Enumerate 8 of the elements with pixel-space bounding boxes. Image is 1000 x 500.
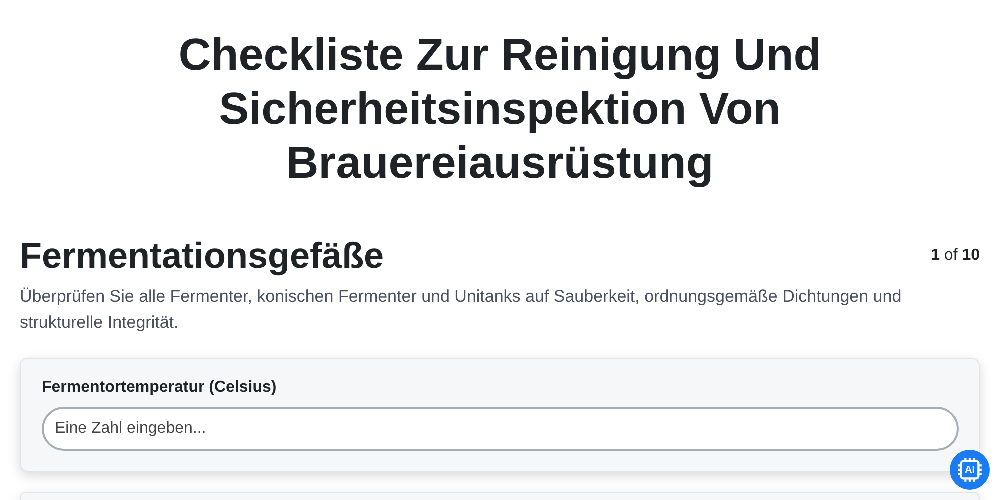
chip-icon (957, 457, 983, 483)
field-label: Fermentortemperatur (Celsius) (42, 379, 278, 397)
page-title: Checkliste Zur Reinigung Und Sicherheitsinspektion Von Brauereiausrüstung (178, 28, 822, 190)
ai-button[interactable]: AI (950, 450, 990, 490)
step-counter: 1 of 10 (931, 247, 980, 265)
section-description: Überprüfen Sie alle Fermenter, konischen Fermenter und Unitanks auf Sauberkeit, ordnungsgemäße Dichtungen und strukturelle Integrität. (20, 286, 903, 334)
number-input-field[interactable]: Eine Zahl eingeben... (42, 407, 959, 451)
section-heading: Fermentationsgefäße (20, 234, 384, 278)
